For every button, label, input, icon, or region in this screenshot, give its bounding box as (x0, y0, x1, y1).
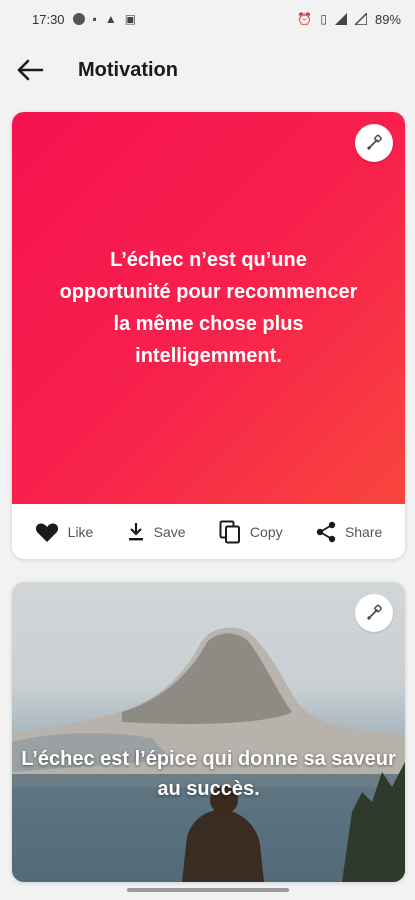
status-bar: 17:30 ▪ ▲ ▣ ⏰ ▯ 89% (0, 0, 415, 38)
share-label: Share (344, 523, 383, 540)
share-icon (316, 521, 336, 542)
like-button[interactable]: Like (35, 521, 94, 543)
notification-dots-icon: ▪ (92, 12, 97, 26)
back-button[interactable] (10, 50, 50, 90)
quote-text: L’échec n’est qu’une opportunité pour re… (59, 249, 358, 367)
quote-text-2: L’échec est l’épice qui donne sa saveur … (21, 748, 396, 800)
navigation-icon: ▲ (104, 12, 117, 26)
signal-icon (334, 13, 347, 25)
edit-button[interactable] (355, 124, 393, 162)
quote-card: L’échec n’est qu’une opportunité pour re… (12, 112, 405, 559)
alarm-icon: ⏰ (297, 12, 313, 26)
status-right: ⏰ ▯ 89% (297, 12, 401, 27)
notification-icon (72, 13, 85, 25)
page-title: Motivation (78, 58, 178, 81)
edit-button-2[interactable] (355, 594, 393, 632)
arrow-back-icon (17, 59, 44, 81)
image-icon: ▣ (124, 12, 137, 26)
save-label: Save (153, 523, 186, 540)
quote-card-2: L’échec est l’épice qui donne sa saveur … (12, 582, 405, 882)
copy-icon (219, 520, 240, 543)
download-icon (128, 522, 143, 540)
copy-button[interactable]: Copy (219, 520, 283, 544)
quote-photo-background: L’échec est l’épice qui donne sa saveur … (12, 582, 405, 882)
home-indicator[interactable] (127, 888, 289, 892)
share-button[interactable]: Share (316, 521, 382, 543)
signal-icon-2 (354, 13, 367, 25)
like-label: Like (67, 523, 94, 540)
island-photo (12, 627, 405, 882)
heart-icon (35, 523, 58, 542)
brush-icon (367, 604, 382, 620)
brush-icon (367, 134, 382, 150)
status-time: 17:30 (32, 11, 65, 27)
battery-level: 89% (374, 11, 401, 27)
quote-actions: Like Save Copy Share (12, 504, 405, 559)
app-bar: Motivation (0, 40, 415, 100)
vibrate-icon: ▯ (320, 12, 327, 26)
copy-label: Copy (249, 523, 283, 540)
save-button[interactable]: Save (127, 522, 186, 542)
quote-background: L’échec n’est qu’une opportunité pour re… (12, 112, 405, 504)
status-left: 17:30 ▪ ▲ ▣ (32, 12, 136, 27)
